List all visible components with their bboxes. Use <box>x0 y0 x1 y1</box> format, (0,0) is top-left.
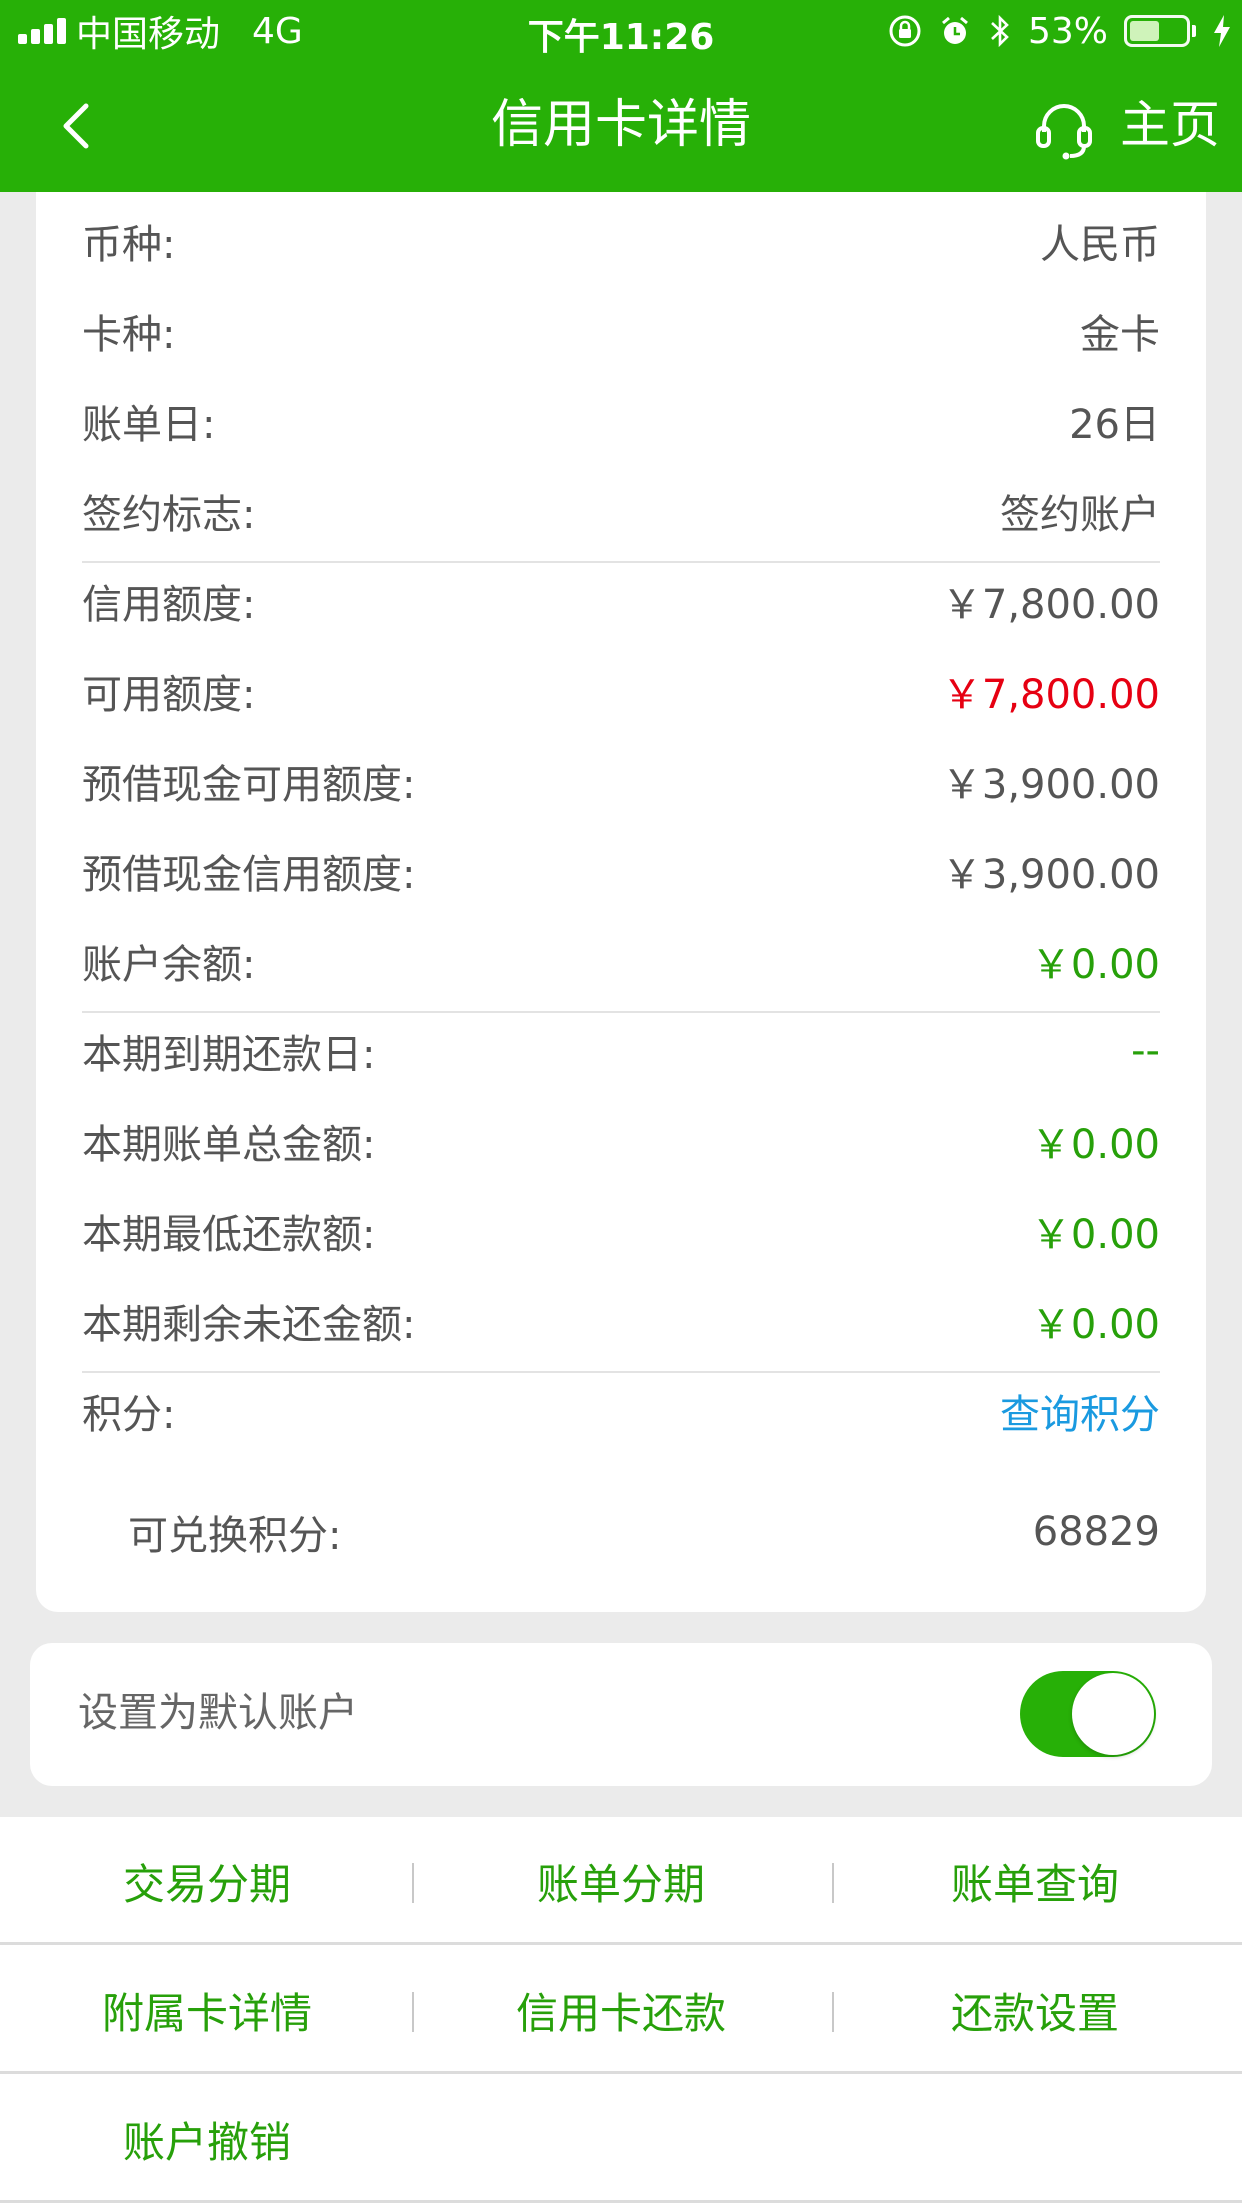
headset-icon[interactable] <box>1032 98 1096 162</box>
detail-row-cash-limit: 预借现金信用额度: ￥3,900.00 <box>82 826 1160 916</box>
divider <box>0 2071 1242 2074</box>
orientation-lock-icon <box>889 15 921 47</box>
detail-value: 签约账户 <box>1000 492 1160 538</box>
detail-row-credit-limit: 信用额度: ￥7,800.00 <box>82 556 1160 646</box>
status-bar: 中国移动 4G 下午11:26 53% <box>0 0 1242 62</box>
action-grid: 交易分期 账单分期 账单查询 附属卡详情 信用卡还款 还款设置 账户撤销 <box>0 1817 1242 2208</box>
alarm-icon <box>942 16 968 44</box>
detail-row-card-type: 卡种: 金卡 <box>82 286 1160 376</box>
default-account-label: 设置为默认账户 <box>78 1690 358 1736</box>
account-cancellation-button[interactable]: 账户撤销 <box>0 2075 414 2203</box>
detail-label: 预借现金信用额度: <box>82 852 416 898</box>
detail-row-minimum-payment: 本期最低还款额: ￥0.00 <box>82 1186 1160 1276</box>
detail-label: 账户余额: <box>82 942 256 988</box>
detail-value: ￥0.00 <box>1030 942 1160 988</box>
default-account-setting: 设置为默认账户 <box>30 1643 1212 1786</box>
detail-label: 本期到期还款日: <box>82 1032 376 1078</box>
nav-bar: 信用卡详情 主页 <box>0 62 1242 192</box>
card-details: 币种: 人民币 卡种: 金卡 账单日: 26日 签约标志: 签约账户 信用额度:… <box>36 192 1206 1612</box>
detail-row-balance: 账户余额: ￥0.00 <box>82 916 1160 1006</box>
detail-row-redeemable-points: 可兑换积分: 68829 <box>82 1487 1160 1577</box>
detail-row-remaining-unpaid: 本期剩余未还金额: ￥0.00 <box>82 1276 1160 1366</box>
battery-icon <box>1124 15 1196 47</box>
detail-value: ￥7,800.00 <box>941 582 1160 628</box>
detail-row-contract-flag: 签约标志: 签约账户 <box>82 466 1160 556</box>
detail-value: ￥7,800.00 <box>941 672 1160 718</box>
detail-value: -- <box>1131 1028 1160 1074</box>
bill-installment-button[interactable]: 账单分期 <box>414 1817 828 1945</box>
repayment-settings-button[interactable]: 还款设置 <box>828 1946 1242 2074</box>
detail-label: 积分: <box>82 1392 176 1438</box>
detail-label: 可用额度: <box>82 672 256 718</box>
action-row: 附属卡详情 信用卡还款 还款设置 <box>0 1946 1242 2074</box>
detail-label: 信用额度: <box>82 582 256 628</box>
detail-label: 可兑换积分: <box>128 1513 342 1559</box>
detail-value: ￥3,900.00 <box>941 762 1160 808</box>
credit-card-repayment-button[interactable]: 信用卡还款 <box>414 1946 828 2074</box>
detail-label: 签约标志: <box>82 492 256 538</box>
detail-label: 本期剩余未还金额: <box>82 1302 416 1348</box>
battery-percent: 53% <box>1027 10 1108 52</box>
detail-row-points: 积分: 查询积分 <box>82 1366 1160 1456</box>
bluetooth-icon <box>991 14 1009 48</box>
detail-row-available-limit: 可用额度: ￥7,800.00 <box>82 646 1160 736</box>
default-account-toggle[interactable] <box>1020 1671 1156 1757</box>
detail-row-statement-total: 本期账单总金额: ￥0.00 <box>82 1096 1160 1186</box>
detail-label: 卡种: <box>82 312 176 358</box>
detail-value: ￥0.00 <box>1030 1212 1160 1258</box>
detail-row-currency: 币种: 人民币 <box>82 196 1160 286</box>
detail-label: 账单日: <box>82 402 216 448</box>
detail-value: ￥3,900.00 <box>941 852 1160 898</box>
supplementary-card-button[interactable]: 附属卡详情 <box>0 1946 414 2074</box>
detail-label: 预借现金可用额度: <box>82 762 416 808</box>
bill-query-button[interactable]: 账单查询 <box>828 1817 1242 1945</box>
divider <box>0 2200 1242 2203</box>
detail-value: ￥0.00 <box>1030 1302 1160 1348</box>
action-row: 交易分期 账单分期 账单查询 <box>0 1817 1242 1945</box>
detail-value: 金卡 <box>1080 312 1160 358</box>
action-row: 账户撤销 <box>0 2075 1242 2203</box>
home-link[interactable]: 主页 <box>1120 92 1220 158</box>
divider <box>0 1942 1242 1945</box>
detail-value: 26日 <box>1069 402 1160 448</box>
detail-value: 68829 <box>1032 1509 1160 1555</box>
detail-row-cash-available: 预借现金可用额度: ￥3,900.00 <box>82 736 1160 826</box>
charging-icon <box>1214 15 1230 47</box>
detail-row-statement-day: 账单日: 26日 <box>82 376 1160 466</box>
detail-value: 人民币 <box>1040 222 1160 268</box>
detail-row-due-date: 本期到期还款日: -- <box>82 1006 1160 1096</box>
detail-value: ￥0.00 <box>1030 1122 1160 1168</box>
toggle-knob <box>1072 1673 1154 1755</box>
transaction-installment-button[interactable]: 交易分期 <box>0 1817 414 1945</box>
detail-label: 本期账单总金额: <box>82 1122 376 1168</box>
detail-label: 币种: <box>82 222 176 268</box>
detail-label: 本期最低还款额: <box>82 1212 376 1258</box>
query-points-link[interactable]: 查询积分 <box>1000 1382 1160 1440</box>
